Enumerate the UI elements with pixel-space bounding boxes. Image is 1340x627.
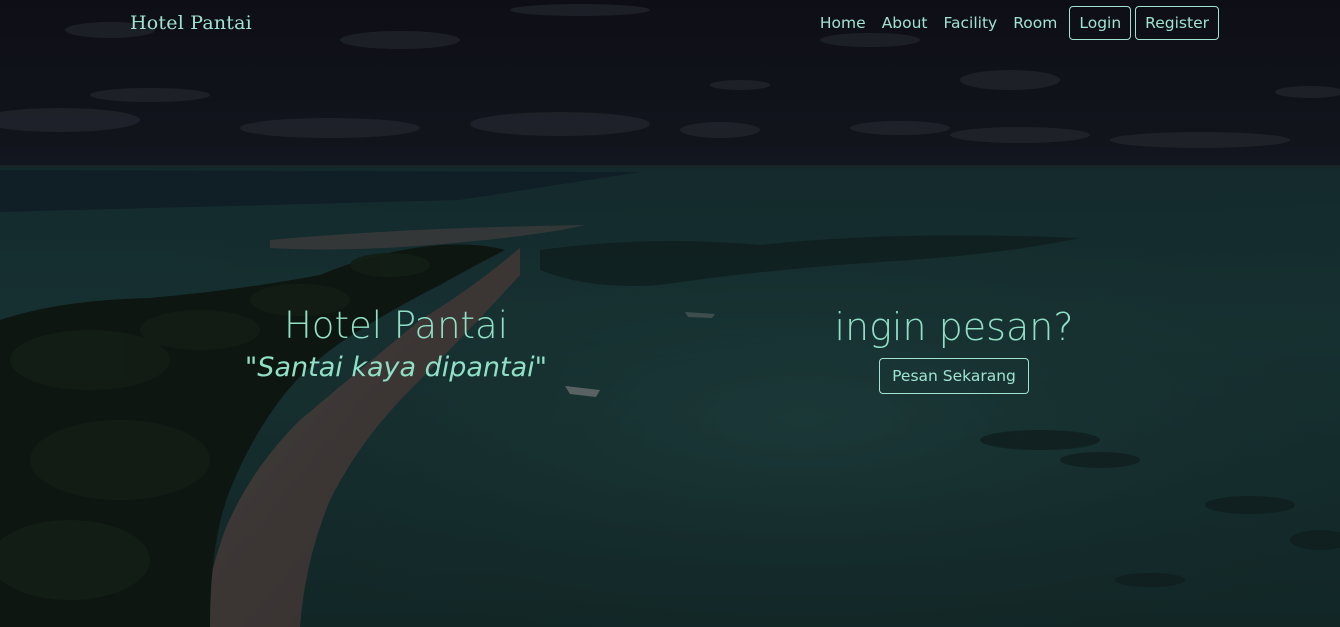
main-nav: Home About Facility Room Login Register bbox=[812, 6, 1219, 40]
hero-tagline: "Santai kaya dipantai" bbox=[244, 352, 548, 383]
cta-title: ingin pesan? bbox=[834, 305, 1074, 349]
login-button[interactable]: Login bbox=[1069, 6, 1132, 40]
hero-section: Hotel Pantai Home About Facility Room Lo… bbox=[0, 0, 1340, 627]
book-now-button[interactable]: Pesan Sekarang bbox=[879, 358, 1029, 394]
nav-link-room[interactable]: Room bbox=[1005, 8, 1065, 38]
nav-link-facility[interactable]: Facility bbox=[936, 8, 1006, 38]
booking-cta: ingin pesan? Pesan Sekarang bbox=[800, 302, 1108, 394]
brand-logo[interactable]: Hotel Pantai bbox=[130, 12, 252, 34]
hero-intro: Hotel Pantai "Santai kaya dipantai" bbox=[200, 302, 592, 386]
nav-link-about[interactable]: About bbox=[874, 8, 936, 38]
nav-link-home[interactable]: Home bbox=[812, 8, 874, 38]
register-button[interactable]: Register bbox=[1135, 6, 1219, 40]
hero-title: Hotel Pantai bbox=[283, 304, 508, 347]
